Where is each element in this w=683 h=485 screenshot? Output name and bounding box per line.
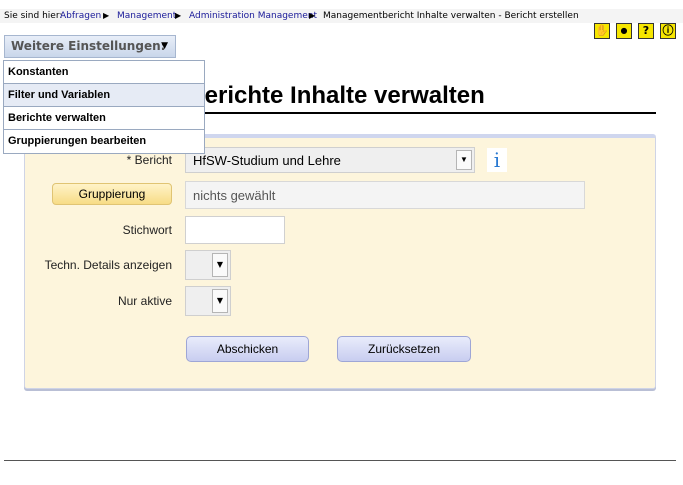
breadcrumb-link-abfragen[interactable]: Abfragen bbox=[60, 9, 101, 23]
techn-details-label: Techn. Details anzeigen bbox=[44, 258, 172, 272]
breadcrumb-arrow-icon: ▶ bbox=[175, 11, 182, 20]
nur-aktive-select[interactable]: ▼ bbox=[185, 286, 231, 316]
chevron-down-icon[interactable]: ▼ bbox=[212, 289, 228, 313]
bericht-select-value: HfSW-Studium und Lehre bbox=[193, 153, 341, 168]
title-divider bbox=[200, 112, 656, 114]
hand-icon[interactable]: ✋ bbox=[594, 23, 610, 39]
breadcrumb-link-management[interactable]: Management bbox=[117, 9, 176, 23]
footer-divider bbox=[4, 460, 676, 461]
menu-item-gruppierungen[interactable]: Gruppierungen bearbeiten bbox=[4, 130, 204, 153]
chevron-down-icon[interactable]: ▼ bbox=[456, 150, 472, 170]
breadcrumb-current: Managementbericht Inhalte verwalten - Be… bbox=[323, 11, 579, 21]
menu-item-konstanten[interactable]: Konstanten bbox=[4, 61, 204, 84]
info-icon[interactable]: i bbox=[487, 148, 507, 172]
dot-icon[interactable]: ● bbox=[616, 23, 632, 39]
breadcrumb: Sie sind hier: Abfragen ▶ Management ▶ A… bbox=[0, 9, 683, 23]
bericht-label: * Bericht bbox=[126, 153, 172, 167]
info-circle-icon[interactable]: ⓘ bbox=[660, 23, 676, 39]
page-title: berichte Inhalte verwalten bbox=[190, 82, 485, 109]
bericht-select[interactable]: HfSW-Studium und Lehre ▼ bbox=[185, 147, 475, 173]
nur-aktive-label: Nur aktive bbox=[117, 294, 172, 308]
breadcrumb-prefix: Sie sind hier: bbox=[4, 11, 63, 21]
menu-item-berichte-verwalten[interactable]: Berichte verwalten bbox=[4, 107, 204, 130]
chevron-down-icon[interactable]: ▼ bbox=[212, 253, 228, 277]
settings-menu: Konstanten Filter und Variablen Berichte… bbox=[3, 60, 205, 154]
submit-button[interactable]: Abschicken bbox=[186, 336, 309, 362]
stichwort-label: Stichwort bbox=[122, 223, 172, 237]
settings-dropdown-button[interactable]: Weitere Einstellungen: ▼ bbox=[4, 35, 176, 58]
help-icon[interactable]: ? bbox=[638, 23, 654, 39]
gruppierung-field: nichts gewählt bbox=[185, 181, 585, 209]
stichwort-input[interactable] bbox=[185, 216, 285, 244]
breadcrumb-arrow-icon: ▶ bbox=[103, 11, 110, 20]
chevron-down-icon: ▼ bbox=[161, 41, 168, 51]
breadcrumb-arrow-icon: ▶ bbox=[309, 11, 316, 20]
reset-button[interactable]: Zurücksetzen bbox=[337, 336, 471, 362]
menu-item-filter-variablen[interactable]: Filter und Variablen bbox=[4, 84, 204, 107]
settings-dropdown-label: Weitere Einstellungen: bbox=[11, 39, 166, 53]
breadcrumb-link-administration[interactable]: Administration Management bbox=[189, 9, 317, 23]
techn-details-select[interactable]: ▼ bbox=[185, 250, 231, 280]
gruppierung-button[interactable]: Gruppierung bbox=[52, 183, 172, 205]
